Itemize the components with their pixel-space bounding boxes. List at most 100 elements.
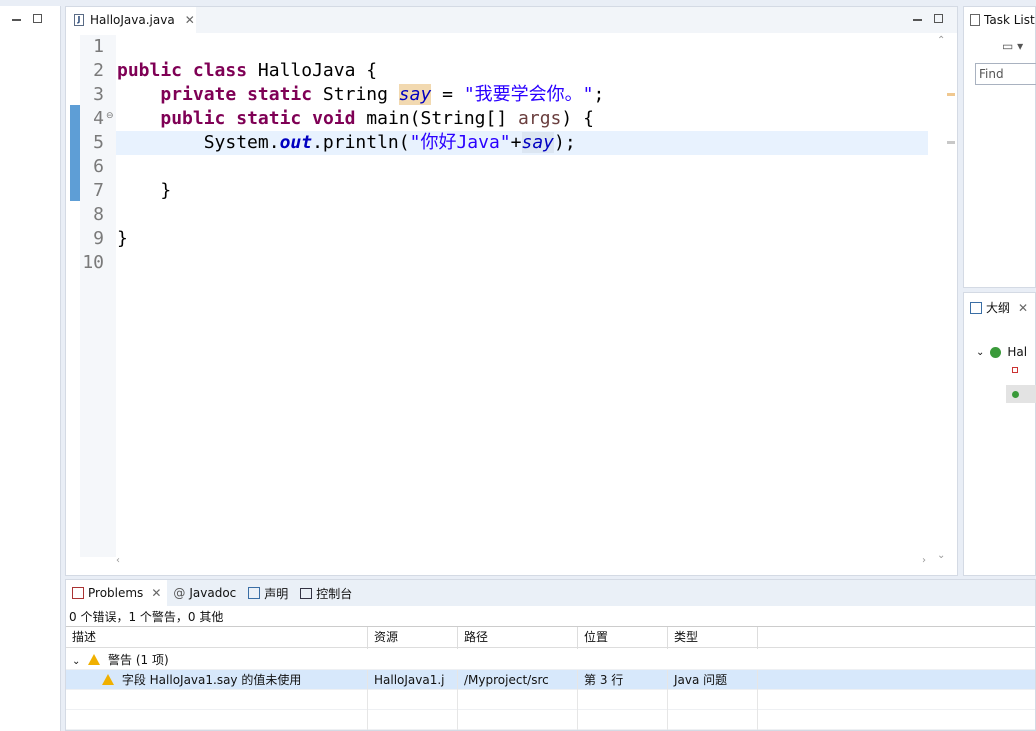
line-number: 5 xyxy=(93,132,104,153)
console-icon xyxy=(300,587,313,599)
code-text: ; xyxy=(593,84,605,105)
problem-description: 字段 HalloJava1.say 的值未使用 xyxy=(121,673,302,687)
problems-view: Problems ✕ @ Javadoc 声明 控制台 0 个错误，1 个警告，… xyxy=(65,579,1036,731)
maximize-button[interactable] xyxy=(33,14,42,23)
column-header-type[interactable]: 类型 xyxy=(668,627,758,649)
code-text: main(String[] xyxy=(355,108,519,129)
tab-console[interactable]: 控制台 xyxy=(294,580,358,606)
overview-occurrence-mark xyxy=(947,141,955,144)
new-task-icon[interactable]: ▭ ▾ xyxy=(1002,39,1023,53)
problem-path: /Myproject/src xyxy=(458,670,578,690)
code-text: .println( xyxy=(312,132,410,153)
tab-label: 控制台 xyxy=(316,586,353,601)
scroll-up-icon[interactable]: ⌃ xyxy=(937,35,945,46)
keyword: static xyxy=(247,84,313,105)
keyword: public xyxy=(160,108,226,129)
line-number: 9 xyxy=(93,228,104,249)
column-header-location[interactable]: 位置 xyxy=(578,627,668,649)
code-line-2: public class HalloJava { xyxy=(117,59,377,83)
code-text-area[interactable]: 1 2 3 4 5 6 7 8 9 10 ⊖ public class Hall… xyxy=(70,35,928,557)
close-tab-icon[interactable]: ✕ xyxy=(185,13,195,27)
tab-label: Problems xyxy=(88,586,144,600)
empty-row xyxy=(66,690,1035,710)
expand-chevron-icon[interactable]: ⌄ xyxy=(976,347,984,358)
fold-collapse-icon[interactable]: ⊖ xyxy=(106,111,114,121)
scroll-left-icon[interactable]: ‹ xyxy=(116,555,120,566)
column-header-description[interactable]: 描述 xyxy=(66,627,368,649)
string-literal: "你好Java" xyxy=(409,132,511,153)
keyword: private xyxy=(160,84,237,105)
keyword: static xyxy=(236,108,302,129)
tab-label: 声明 xyxy=(264,586,289,601)
outline-view: 大纲 ✕ ⌄ Hal xyxy=(963,292,1036,576)
tab-javadoc[interactable]: @ Javadoc xyxy=(167,580,242,606)
column-header-path[interactable]: 路径 xyxy=(458,627,578,649)
close-problems-icon[interactable]: ✕ xyxy=(151,586,161,600)
line-number: 3 xyxy=(93,84,104,105)
scroll-right-icon[interactable]: › xyxy=(922,555,926,566)
code-text: ); xyxy=(554,132,576,153)
tab-declaration[interactable]: 声明 xyxy=(242,580,294,606)
problems-icon xyxy=(72,587,84,599)
change-ruler xyxy=(68,105,80,201)
code-text: String xyxy=(312,84,399,105)
bottom-tab-bar: Problems ✕ @ Javadoc 声明 控制台 xyxy=(66,580,1035,606)
line-number: 7 xyxy=(93,180,104,201)
tab-problems[interactable]: Problems ✕ xyxy=(66,580,168,606)
column-header-resource[interactable]: 资源 xyxy=(368,627,458,649)
table-row[interactable]: 字段 HalloJava1.say 的值未使用 HalloJava1.j /My… xyxy=(66,670,1035,690)
warning-group-row[interactable]: ⌄ 警告 (1 项) xyxy=(66,650,1035,670)
outline-class-label[interactable]: Hal xyxy=(1007,345,1027,359)
outline-icon xyxy=(970,301,982,314)
task-list-view: Task List ▭ ▾ Find xyxy=(963,6,1036,288)
static-field: out xyxy=(279,132,313,153)
private-field-icon[interactable] xyxy=(1012,367,1018,373)
code-text: = xyxy=(431,84,464,105)
problem-type: Java 问题 xyxy=(668,670,758,690)
problems-summary: 0 个错误，1 个警告，0 其他 xyxy=(69,610,224,624)
line-number: 6 xyxy=(93,156,104,177)
line-number: 4 xyxy=(93,108,104,129)
ruler-change-mark xyxy=(70,105,80,201)
empty-row xyxy=(66,710,1035,730)
overview-ruler xyxy=(947,35,955,561)
horizontal-scrollbar[interactable]: ‹ › xyxy=(116,555,926,569)
outline-title[interactable]: 大纲 xyxy=(986,299,1010,316)
field-name: say xyxy=(521,132,555,153)
problem-resource: HalloJava1.j xyxy=(368,670,458,690)
code-text: } xyxy=(160,180,172,201)
line-number: 2 xyxy=(93,60,104,81)
minimize-button[interactable] xyxy=(12,19,21,21)
class-icon xyxy=(990,346,1002,358)
find-input[interactable]: Find xyxy=(975,63,1036,85)
expand-chevron-icon[interactable]: ⌄ xyxy=(72,656,80,667)
keyword: void xyxy=(312,108,356,129)
keyword: public xyxy=(117,60,183,81)
overview-warning-mark xyxy=(947,93,955,96)
close-outline-icon[interactable]: ✕ xyxy=(1018,301,1028,315)
editor-tab-label: HalloJava.java xyxy=(90,13,175,27)
task-list-title[interactable]: Task List xyxy=(984,13,1035,27)
code-line-7: } xyxy=(117,179,171,203)
parameter-name: args xyxy=(518,108,562,129)
editor-minimize-button[interactable] xyxy=(913,19,922,21)
code-text: + xyxy=(510,132,522,153)
code-line-5: System.out.println("你好Java"+say); xyxy=(117,131,576,155)
code-text: ) { xyxy=(561,108,594,129)
scroll-down-icon[interactable]: ⌄ xyxy=(937,550,945,561)
outline-selected-item[interactable] xyxy=(1006,385,1036,403)
problems-table-header: 描述 资源 路径 位置 类型 ⌃ xyxy=(66,619,1035,649)
declaration-icon xyxy=(248,587,261,599)
warning-icon xyxy=(88,654,101,665)
editor-tab-bar: J HalloJava.java ✕ xyxy=(66,7,957,33)
tab-label: Javadoc xyxy=(189,586,237,600)
sort-indicator-icon: ⌃ xyxy=(214,619,223,630)
string-literal: "我要学会你。" xyxy=(463,84,594,105)
editor-maximize-button[interactable] xyxy=(934,14,943,23)
java-file-icon: J xyxy=(74,14,84,26)
code-text: System. xyxy=(203,132,280,153)
editor-tab-hallojava[interactable]: J HalloJava.java ✕ xyxy=(66,7,196,33)
code-line-4: public static void main(String[] args) { xyxy=(117,107,594,131)
code-line-9: } xyxy=(117,227,128,251)
warning-icon xyxy=(102,674,114,685)
